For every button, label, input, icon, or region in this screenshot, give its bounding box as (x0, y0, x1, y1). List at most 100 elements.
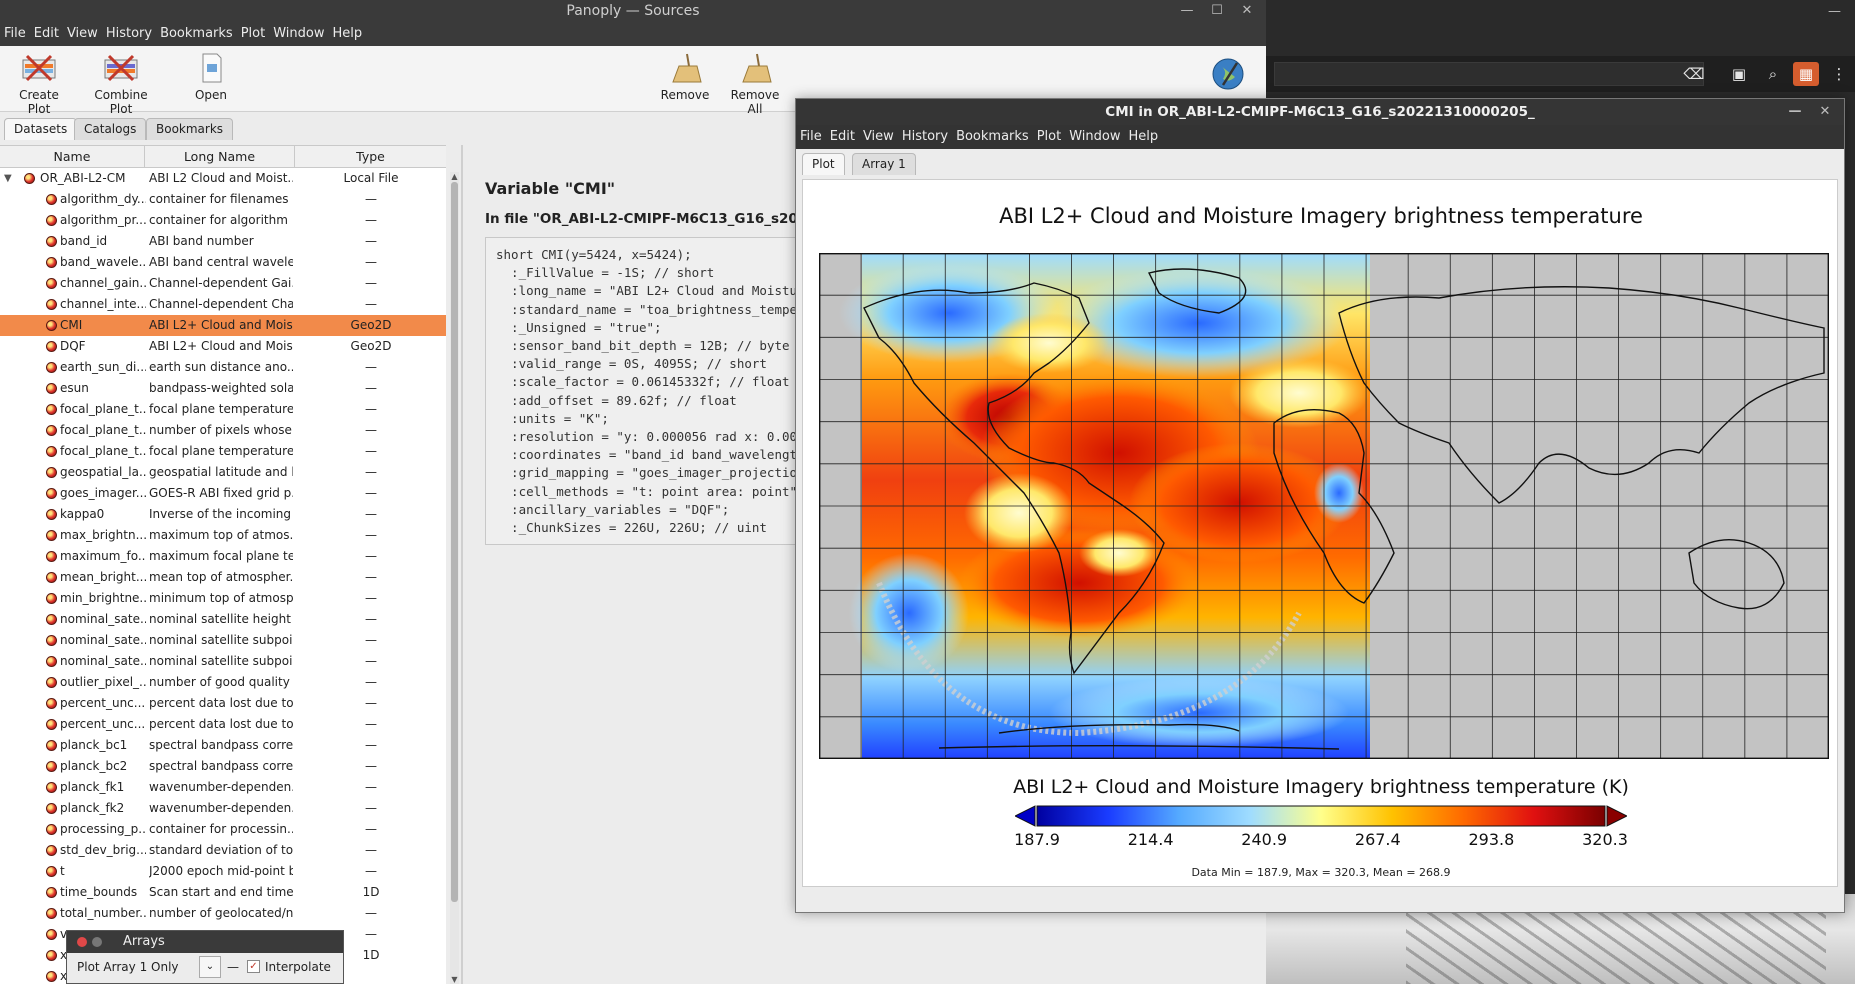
table-row[interactable]: kappa0 Inverse of the incoming ... — (0, 504, 446, 525)
maximize-icon[interactable]: ☐ (1202, 0, 1232, 22)
menu-window[interactable]: Window (1065, 125, 1124, 149)
table-row[interactable]: std_dev_brig... standard deviation of to.… (0, 840, 446, 861)
variable-icon (46, 530, 57, 541)
table-row[interactable]: percent_unc... percent data lost due to .… (0, 714, 446, 735)
table-row[interactable]: channel_inte... Channel-dependent Cha... — (0, 294, 446, 315)
table-row[interactable]: algorithm_dy... container for filenames .… (0, 189, 446, 210)
menu-plot[interactable]: Plot (237, 22, 270, 46)
menu-bookmarks[interactable]: Bookmarks (156, 22, 237, 46)
table-row[interactable]: DQF ABI L2+ Cloud and Mois... Geo2D (0, 336, 446, 357)
terminal-icon[interactable]: ▣ (1726, 62, 1752, 86)
tab-array-1[interactable]: Array 1 (852, 153, 916, 175)
scrollbar-thumb[interactable] (451, 182, 458, 902)
minimize-icon[interactable] (92, 937, 102, 947)
table-row[interactable]: percent_unc... percent data lost due to .… (0, 693, 446, 714)
table-row[interactable]: algorithm_pr... container for algorithm .… (0, 210, 446, 231)
menu-file[interactable]: File (0, 22, 30, 46)
table-row[interactable]: outlier_pixel_... number of good quality … (0, 672, 446, 693)
plot-canvas[interactable]: ABI L2+ Cloud and Moisture Imagery brigh… (802, 179, 1838, 887)
close-icon[interactable] (77, 937, 87, 947)
table-row[interactable]: max_brightn... maximum top of atmos... — (0, 525, 446, 546)
table-scrollbar[interactable]: ▲ ▼ (450, 172, 459, 984)
table-row[interactable]: min_brightne... minimum top of atmosp... — (0, 588, 446, 609)
table-row[interactable]: geospatial_la... geospatial latitude and … (0, 462, 446, 483)
table-row[interactable]: maximum_fo... maximum focal plane te... — (0, 546, 446, 567)
chevron-down-icon[interactable]: ⌄ (199, 956, 221, 978)
table-row[interactable]: time_bounds Scan start and end time... 1D (0, 882, 446, 903)
cell-name: mean_bright... (60, 570, 146, 584)
plot-title-bar: CMI in OR_ABI-L2-CMIPF-M6C13_G16_s202213… (796, 99, 1844, 125)
cell-long-name: number of geolocated/n... (149, 906, 293, 920)
table-row[interactable]: CMI ABI L2+ Cloud and Mois... Geo2D (0, 315, 446, 336)
table-row[interactable]: esun bandpass-weighted sola... — (0, 378, 446, 399)
data-statistics: Data Min = 187.9, Max = 320.3, Mean = 26… (1191, 866, 1451, 879)
menu-plot[interactable]: Plot (1033, 125, 1066, 149)
address-field[interactable] (1274, 62, 1704, 86)
table-row[interactable]: earth_sun_di... earth sun distance ano...… (0, 357, 446, 378)
grid-view-icon[interactable]: ▦ (1793, 62, 1819, 86)
scroll-up-icon[interactable]: ▲ (450, 172, 459, 181)
table-row[interactable]: planck_bc1 spectral bandpass corre... — (0, 735, 446, 756)
more-icon[interactable]: ⋮ (1826, 62, 1852, 86)
menu-help[interactable]: Help (328, 22, 366, 46)
menu-history[interactable]: History (102, 22, 156, 46)
menu-view[interactable]: View (63, 22, 102, 46)
minimize-icon[interactable]: — (1828, 4, 1841, 19)
search-icon[interactable]: ⌕ (1760, 62, 1786, 86)
menu-history[interactable]: History (898, 125, 952, 149)
menu-bookmarks[interactable]: Bookmarks (952, 125, 1033, 149)
column-header-type[interactable]: Type (295, 146, 446, 168)
table-row[interactable]: nominal_sate... nominal satellite subpoi.… (0, 630, 446, 651)
combine-plot-button[interactable]: Combine Plot (84, 52, 158, 116)
table-row[interactable]: band_id ABI band number — (0, 231, 446, 252)
column-header-long-name[interactable]: Long Name (145, 146, 295, 168)
menu-view[interactable]: View (859, 125, 898, 149)
create-plot-button[interactable]: Create Plot (9, 52, 69, 116)
table-row[interactable]: focal_plane_t... number of pixels whose .… (0, 420, 446, 441)
scroll-down-icon[interactable]: ▼ (450, 975, 459, 984)
table-row[interactable]: planck_fk2 wavenumber-dependen... — (0, 798, 446, 819)
broom-icon (742, 53, 772, 83)
interpolate-checkbox[interactable]: ✓ (247, 960, 260, 973)
globe-help-icon[interactable] (1211, 57, 1245, 91)
backspace-icon[interactable]: ⌫ (1681, 62, 1707, 86)
menu-file[interactable]: File (796, 125, 826, 149)
expand-icon[interactable]: ▼ (4, 168, 12, 189)
menu-window[interactable]: Window (269, 22, 328, 46)
table-row[interactable]: t J2000 epoch mid-point b... — (0, 861, 446, 882)
tab-catalogs[interactable]: Catalogs (74, 118, 147, 140)
table-row[interactable]: focal_plane_t... focal plane temperature.… (0, 399, 446, 420)
table-row[interactable]: total_number... number of geolocated/n...… (0, 903, 446, 924)
minimize-icon[interactable]: — (1172, 0, 1202, 22)
table-row[interactable]: ▼ OR_ABI-L2-CMIP... ABI L2 Cloud and Moist… (0, 168, 446, 189)
cell-long-name: maximum focal plane te... (149, 549, 293, 563)
table-row[interactable]: processing_p... container for processin..… (0, 819, 446, 840)
minimize-icon[interactable]: — (1780, 99, 1810, 125)
remove-all-button[interactable]: Remove All (722, 52, 788, 116)
table-row[interactable]: nominal_sate... nominal satellite height … (0, 609, 446, 630)
table-row[interactable]: planck_fk1 wavenumber-dependen... — (0, 777, 446, 798)
cell-name: geospatial_la... (60, 465, 146, 479)
menu-edit[interactable]: Edit (826, 125, 859, 149)
table-row[interactable]: planck_bc2 spectral bandpass corre... — (0, 756, 446, 777)
tab-plot[interactable]: Plot (802, 153, 845, 175)
close-icon[interactable]: ✕ (1810, 99, 1840, 125)
table-row[interactable]: focal_plane_t... focal plane temperature.… (0, 441, 446, 462)
remove-button[interactable]: Remove (659, 52, 711, 102)
close-icon[interactable]: ✕ (1232, 0, 1262, 22)
table-row[interactable]: band_wavele... ABI band central wavele...… (0, 252, 446, 273)
map-plot[interactable] (819, 253, 1829, 759)
menu-edit[interactable]: Edit (30, 22, 63, 46)
menu-help[interactable]: Help (1124, 125, 1162, 149)
open-button[interactable]: Open (186, 52, 236, 102)
split-pane-divider[interactable] (461, 145, 463, 984)
table-row[interactable]: goes_imager... GOES-R ABI fixed grid p...… (0, 483, 446, 504)
cell-long-name: focal plane temperature... (149, 402, 293, 416)
tab-datasets[interactable]: Datasets (4, 118, 78, 140)
table-row[interactable]: channel_gain... Channel-dependent Gai... — (0, 273, 446, 294)
column-header-name[interactable]: Name (0, 146, 145, 168)
tab-bookmarks[interactable]: Bookmarks (146, 118, 234, 140)
main-title-bar: Panoply — Sources — ☐ ✕ (0, 0, 1266, 22)
table-row[interactable]: mean_bright... mean top of atmospher... — (0, 567, 446, 588)
table-row[interactable]: nominal_sate... nominal satellite subpoi.… (0, 651, 446, 672)
